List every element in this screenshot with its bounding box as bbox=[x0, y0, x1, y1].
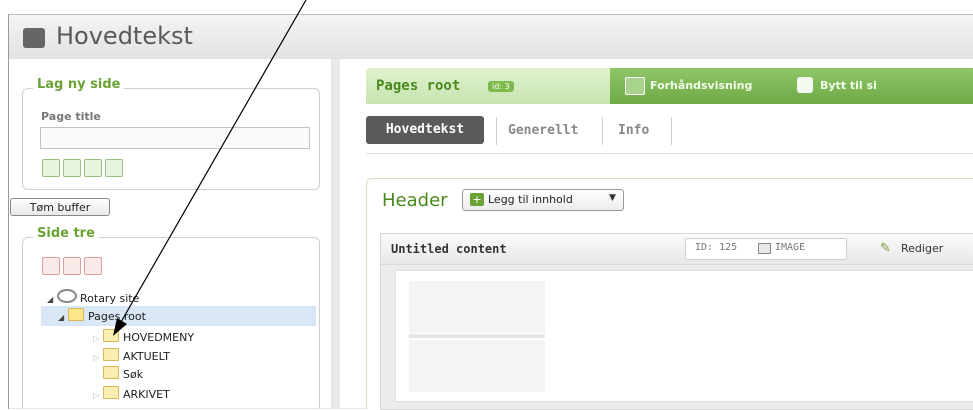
tree-node-pages-root[interactable]: ◢ Pages root bbox=[58, 308, 146, 324]
tree-node-sok[interactable]: Søk bbox=[103, 366, 143, 382]
image-icon bbox=[758, 243, 771, 254]
folder-icon bbox=[103, 329, 119, 342]
tree-node-rotary-site[interactable]: ◢ Rotary site bbox=[47, 289, 139, 305]
folder-icon bbox=[103, 348, 119, 361]
add-below-icon[interactable] bbox=[63, 159, 81, 177]
plus-icon: + bbox=[470, 193, 484, 206]
tab-separator bbox=[671, 117, 672, 145]
collapsed-triangle-icon[interactable]: ▷ bbox=[93, 331, 103, 347]
collapsed-triangle-icon[interactable]: ▷ bbox=[93, 350, 103, 366]
image-placeholder[interactable] bbox=[409, 340, 545, 392]
tree-node-label: ARKIVET bbox=[123, 388, 170, 401]
tab-generellt[interactable]: Generellt bbox=[508, 116, 578, 146]
tree-node-label: AKTUELT bbox=[123, 350, 170, 363]
tab-separator bbox=[602, 117, 603, 145]
expanded-triangle-icon[interactable]: ◢ bbox=[58, 310, 68, 326]
switch-button[interactable]: Bytt til si bbox=[820, 79, 877, 92]
preview-button[interactable]: Forhåndsvisning bbox=[650, 79, 752, 92]
page-header-title: Pages root bbox=[376, 78, 461, 94]
expanded-triangle-icon[interactable]: ◢ bbox=[47, 292, 57, 308]
tab-separator bbox=[496, 117, 497, 145]
paste-page-icon[interactable] bbox=[84, 257, 102, 275]
preview-icon[interactable] bbox=[625, 77, 645, 95]
tree-node-label: HOVEDMENY bbox=[123, 331, 195, 344]
section-title: Header bbox=[382, 190, 448, 211]
window-title: Hovedtekst bbox=[56, 22, 193, 50]
content-item-title: Untitled content bbox=[391, 242, 507, 256]
site-icon bbox=[57, 289, 77, 303]
page-id-badge: id: 3 bbox=[488, 81, 514, 92]
edit-button[interactable]: Rediger bbox=[901, 242, 943, 255]
page-title-input[interactable] bbox=[40, 127, 310, 149]
tree-node-label: Pages root bbox=[88, 310, 146, 323]
add-child-icon[interactable] bbox=[84, 159, 102, 177]
add-page-icon[interactable] bbox=[42, 159, 60, 177]
page-tree-legend: Side tre bbox=[33, 226, 99, 241]
copy-page-icon[interactable] bbox=[63, 257, 81, 275]
delete-page-icon[interactable] bbox=[42, 257, 60, 275]
image-placeholder[interactable] bbox=[409, 281, 545, 333]
tab-info[interactable]: Info bbox=[618, 116, 649, 146]
tree-node-hovedmeny[interactable]: ▷ HOVEDMENY bbox=[93, 329, 194, 345]
tab-hovedtekst[interactable]: Hovedtekst bbox=[366, 116, 484, 144]
clear-buffer-button[interactable]: Tøm buffer bbox=[10, 198, 110, 216]
folder-icon bbox=[103, 366, 119, 379]
switch-icon[interactable] bbox=[797, 77, 813, 93]
collapsed-triangle-icon[interactable]: ▷ bbox=[93, 388, 103, 404]
content-type-label: IMAGE bbox=[775, 242, 806, 253]
new-page-legend: Lag ny side bbox=[33, 77, 125, 92]
tree-node-label: Søk bbox=[123, 368, 144, 381]
add-sibling-icon[interactable] bbox=[105, 159, 123, 177]
tree-node-label: Rotary site bbox=[80, 292, 140, 305]
tree-node-arkivet[interactable]: ▷ ARKIVET bbox=[93, 386, 170, 402]
folder-open-icon bbox=[68, 308, 84, 321]
tree-node-aktuelt[interactable]: ▷ AKTUELT bbox=[93, 348, 170, 364]
tab-divider bbox=[366, 153, 973, 154]
page-title-label: Page title bbox=[41, 110, 101, 123]
add-content-label: Legg til innhold bbox=[488, 193, 573, 206]
chevron-down-icon[interactable]: ▼ bbox=[609, 193, 616, 203]
home-icon[interactable] bbox=[23, 28, 45, 48]
pencil-icon[interactable]: ✎ bbox=[880, 241, 891, 256]
folder-icon bbox=[103, 386, 119, 399]
content-id-label: ID: 125 bbox=[695, 242, 738, 253]
placeholder-divider bbox=[409, 334, 545, 338]
